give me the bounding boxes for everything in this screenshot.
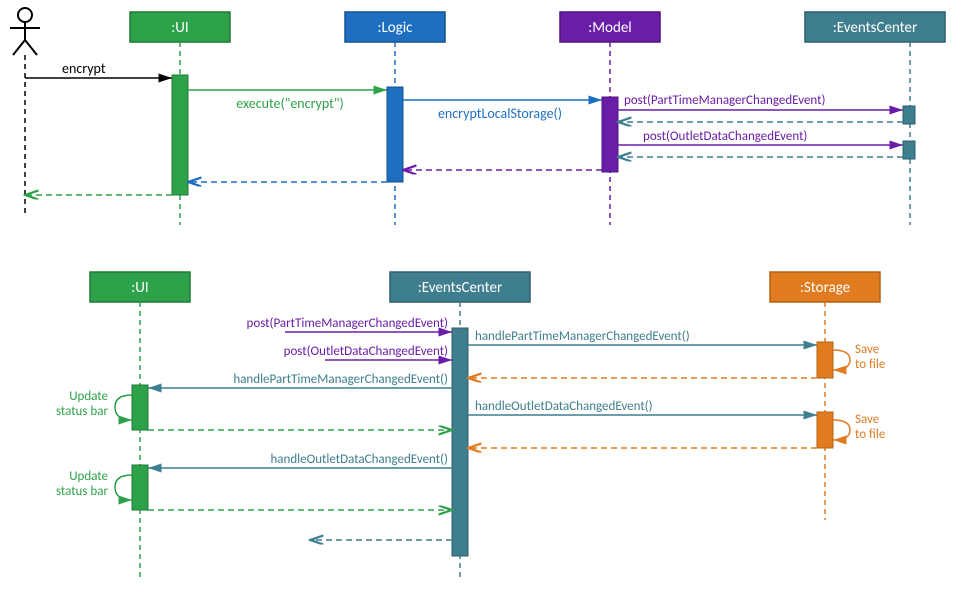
label-update2: Update bbox=[69, 469, 108, 484]
label-save2b: to file bbox=[855, 427, 885, 442]
label-update1b: status bar bbox=[56, 404, 109, 419]
label-events: :EventsCenter bbox=[833, 19, 917, 37]
activation-ui2-1 bbox=[132, 385, 148, 430]
activation-ui bbox=[172, 75, 188, 195]
self-save-2 bbox=[833, 420, 850, 440]
label-in-ptm: post(PartTimeManagerChangedEvent) bbox=[247, 316, 448, 331]
label-logic: :Logic bbox=[377, 19, 413, 37]
activation-storage-1 bbox=[817, 342, 833, 378]
label-ui: :UI bbox=[171, 19, 188, 37]
label-save1: Save bbox=[855, 342, 879, 357]
label-in-odc: post(OutletDataChangedEvent) bbox=[284, 344, 448, 359]
label-update1: Update bbox=[69, 389, 108, 404]
activation-ui2-2 bbox=[132, 465, 148, 510]
self-update-1 bbox=[115, 395, 132, 420]
label-encrypt: encrypt bbox=[62, 60, 106, 77]
label-ui2: :UI bbox=[131, 279, 148, 297]
label-post-odc: post(OutletDataChangedEvent) bbox=[643, 129, 807, 144]
activation-events-1 bbox=[903, 106, 915, 124]
activation-events2 bbox=[452, 328, 468, 556]
label-save1b: to file bbox=[855, 357, 885, 372]
label-model: :Model bbox=[588, 19, 632, 37]
label-handle-odc-ui: handleOutletDataChangedEvent() bbox=[270, 452, 448, 467]
activation-storage-2 bbox=[817, 412, 833, 448]
top-diagram: :UI :Logic :Model :EventsCenter encrypt … bbox=[10, 8, 945, 225]
label-execute: execute("encrypt") bbox=[236, 95, 343, 112]
bottom-diagram: :UI :EventsCenter :Storage post(PartTime… bbox=[56, 272, 885, 580]
actor-user-icon bbox=[10, 8, 40, 55]
label-encrypt-local: encryptLocalStorage() bbox=[438, 105, 562, 122]
activation-logic bbox=[387, 87, 403, 182]
label-handle-odc-st: handleOutletDataChangedEvent() bbox=[475, 399, 653, 414]
label-storage: :Storage bbox=[800, 279, 850, 297]
activation-model bbox=[602, 97, 618, 172]
label-update2b: status bar bbox=[56, 484, 109, 499]
label-handle-ptm-st: handlePartTimeManagerChangedEvent() bbox=[475, 329, 690, 344]
label-handle-ptm-ui: handlePartTimeManagerChangedEvent() bbox=[233, 372, 448, 387]
label-save2: Save bbox=[855, 412, 879, 427]
self-save-1 bbox=[833, 350, 850, 370]
self-update-2 bbox=[115, 475, 132, 500]
label-events2: :EventsCenter bbox=[418, 279, 502, 297]
label-post-ptm: post(PartTimeManagerChangedEvent) bbox=[624, 93, 825, 108]
activation-events-2 bbox=[903, 141, 915, 159]
